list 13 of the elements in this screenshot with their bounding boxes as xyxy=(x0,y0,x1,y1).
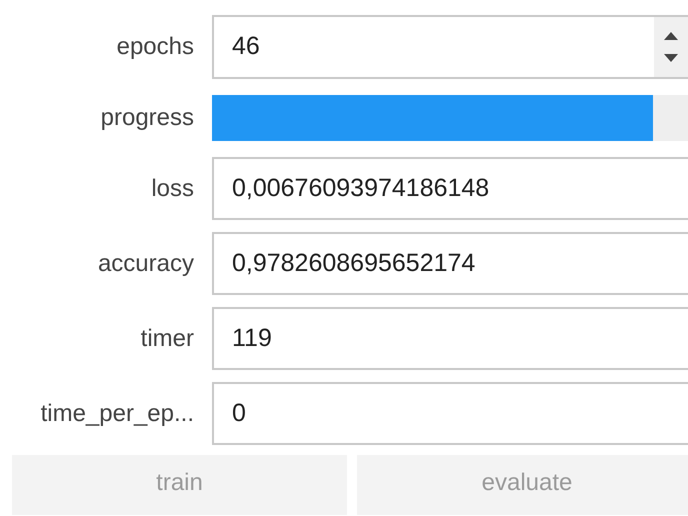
text-field[interactable]: 0,9782608695652174 xyxy=(212,232,688,295)
text-field[interactable]: 119 xyxy=(212,307,688,370)
up-arrow-icon[interactable] xyxy=(664,32,678,40)
field-label: progress xyxy=(100,103,194,133)
field-label: loss xyxy=(151,174,194,204)
field-label: accuracy xyxy=(98,248,194,278)
field-label: time_per_ep... xyxy=(40,398,194,428)
text-field[interactable]: 0 xyxy=(212,382,688,445)
field-label: epochs xyxy=(116,32,194,62)
down-arrow-icon[interactable] xyxy=(664,54,678,62)
field-label: timer xyxy=(140,324,194,354)
number-field[interactable]: 46 xyxy=(212,15,688,79)
text-field[interactable]: 0,00676093974186148 xyxy=(212,157,688,220)
